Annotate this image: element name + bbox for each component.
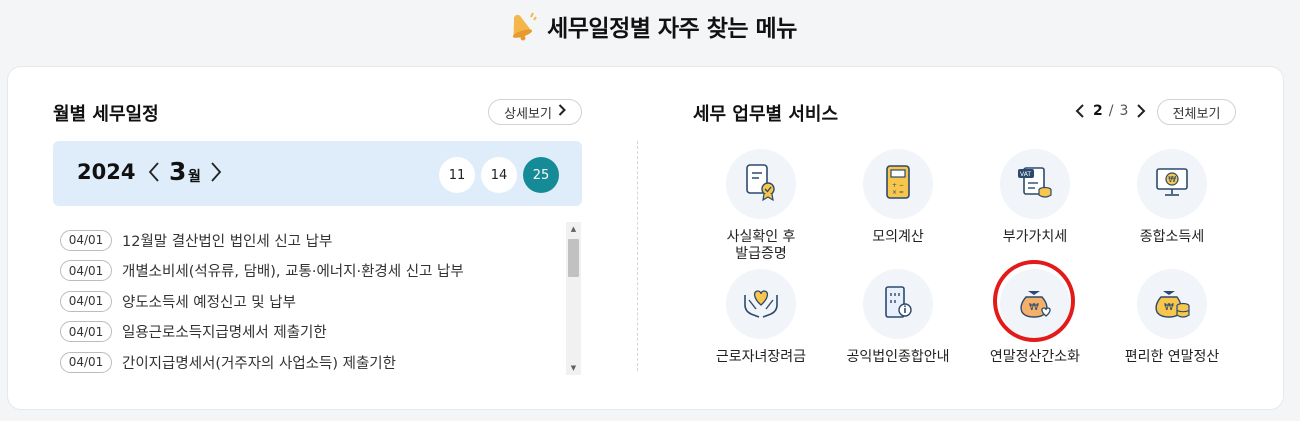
service-fact-certificate[interactable]: 사실확인 후 발급증명	[696, 149, 826, 263]
document-certificate-icon	[744, 163, 778, 205]
year-label: 2024	[77, 160, 136, 184]
list-item[interactable]: 04/01 개별소비세(석유류, 담배), 교통·에너지·환경세 신고 납부	[60, 256, 560, 287]
schedule-date-badge: 04/01	[60, 290, 112, 312]
schedule-date-badge: 04/01	[60, 229, 112, 251]
svg-text:+ −: + −	[892, 182, 904, 189]
schedule-text: 양도소득세 예정신고 및 납부	[122, 294, 296, 311]
service-convenient-year-end[interactable]: ₩ 편리한 연말정산	[1107, 269, 1237, 366]
service-label: 편리한 연말정산	[1124, 349, 1220, 365]
day-chip-25-active[interactable]: 25	[523, 157, 559, 193]
day-chip-14[interactable]: 14	[481, 157, 517, 193]
detail-button-label: 상세보기	[504, 106, 552, 122]
schedule-detail-button[interactable]: 상세보기	[488, 99, 582, 125]
service-label: 종합소득세	[1139, 229, 1205, 245]
service-vat[interactable]: VAT 부가가치세	[970, 149, 1100, 246]
month-unit-label: 월	[188, 169, 201, 185]
schedule-date-badge: 04/01	[60, 321, 112, 343]
schedule-text: 개별소비세(석유류, 담배), 교통·에너지·환경세 신고 납부	[122, 264, 464, 281]
service-public-corp-guide[interactable]: 공익법인종합안내	[833, 269, 963, 366]
page-title-text: 세무일정별 자주 찾는 메뉴	[547, 16, 797, 42]
service-icon-circle	[863, 269, 933, 339]
svg-text:₩: ₩	[1168, 175, 1176, 184]
list-item[interactable]: 04/01 간이지급명세서(거주자의 사업소득) 제출기한	[60, 347, 560, 378]
hands-heart-icon	[742, 285, 780, 323]
service-icon-circle: ₩	[1137, 149, 1207, 219]
vat-document-icon: VAT	[1016, 164, 1054, 204]
service-icon-circle: VAT	[1000, 149, 1070, 219]
services-title: 세무 업무별 서비스	[693, 104, 839, 125]
view-all-button[interactable]: 전체보기	[1157, 99, 1236, 125]
month-label: 3	[169, 157, 187, 186]
schedule-title: 월별 세무일정	[53, 104, 159, 125]
monitor-won-icon: ₩	[1155, 166, 1189, 202]
page-title: 세무일정별 자주 찾는 메뉴	[0, 6, 1300, 46]
page-total: 3	[1119, 103, 1129, 119]
service-label: 연말정산간소화	[989, 349, 1081, 365]
prev-month-button[interactable]	[145, 159, 165, 185]
service-icon-circle: + − × =	[863, 149, 933, 219]
service-label: 공익법인종합안내	[846, 349, 950, 365]
svg-text:₩: ₩	[1164, 302, 1174, 313]
svg-text:VAT: VAT	[1020, 171, 1031, 178]
schedule-text: 간이지급명세서(거주자의 사업소득) 제출기한	[122, 355, 396, 372]
main-card: 월별 세무일정 상세보기 2024 3 월 11 14 25 04/01 12월…	[7, 66, 1284, 410]
scroll-up-icon[interactable]: ▲	[566, 222, 581, 236]
service-icon-circle	[726, 149, 796, 219]
list-item[interactable]: 04/01 12월말 결산법인 법인세 신고 납부	[60, 225, 560, 256]
schedule-date-badge: 04/01	[60, 351, 112, 373]
schedule-text: 12월말 결산법인 법인세 신고 납부	[122, 233, 333, 250]
prev-page-button[interactable]	[1073, 102, 1087, 120]
service-label: 근로자녀장려금	[715, 349, 807, 365]
service-label: 사실확인 후 발급증명	[726, 229, 796, 262]
service-icon-circle: ₩	[1137, 269, 1207, 339]
service-label: 모의계산	[872, 229, 924, 245]
list-item[interactable]: 04/01 양도소득세 예정신고 및 납부	[60, 286, 560, 317]
day-chip-11[interactable]: 11	[439, 157, 475, 193]
schedule-list: 04/01 12월말 결산법인 법인세 신고 납부 04/01 개별소비세(석유…	[60, 225, 560, 378]
services-pager: 2 / 3	[1073, 102, 1148, 120]
bell-icon	[503, 9, 537, 43]
schedule-text: 일용근로소득지급명세서 제출기한	[122, 325, 327, 342]
page-separator: /	[1108, 103, 1114, 119]
highlight-circle-annotation	[993, 260, 1075, 342]
service-earned-income-credit[interactable]: 근로자녀장려금	[696, 269, 826, 366]
service-income-tax[interactable]: ₩ 종합소득세	[1107, 149, 1237, 246]
page-current: 2	[1093, 103, 1103, 119]
next-month-button[interactable]	[206, 159, 226, 185]
service-mock-calc[interactable]: + − × = 모의계산	[833, 149, 963, 246]
next-page-button[interactable]	[1134, 102, 1148, 120]
service-label: 부가가치세	[1002, 229, 1068, 245]
month-selector: 2024 3 월 11 14 25	[53, 141, 582, 206]
list-item[interactable]: 04/01 일용근로소득지급명세서 제출기한	[60, 317, 560, 348]
schedule-date-badge: 04/01	[60, 260, 112, 282]
money-bag-coins-icon: ₩	[1153, 285, 1191, 323]
scroll-down-icon[interactable]: ▼	[566, 361, 581, 375]
scroll-thumb[interactable]	[568, 239, 579, 277]
panel-divider	[637, 141, 638, 371]
service-icon-circle	[726, 269, 796, 339]
calculator-icon: + − × =	[883, 164, 913, 204]
building-info-icon	[882, 284, 914, 324]
schedule-scrollbar[interactable]: ▲ ▼	[566, 222, 581, 375]
svg-text:× =: × =	[892, 189, 904, 196]
chevron-right-icon	[558, 104, 566, 120]
